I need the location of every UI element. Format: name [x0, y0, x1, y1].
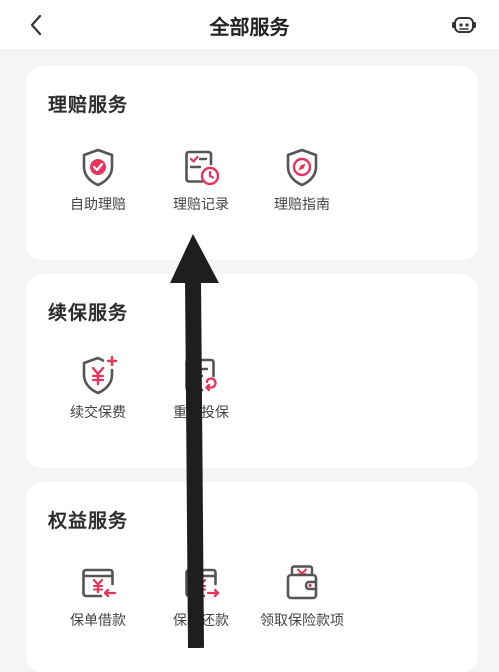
- item-label: 理赔记录: [173, 197, 229, 213]
- card-yuan-out-icon: [185, 568, 220, 598]
- robot-assistant-icon: [452, 17, 476, 33]
- document-refresh-icon: [185, 358, 217, 392]
- item-label: 领取保险款项: [260, 613, 344, 629]
- item-label: 保单借款: [70, 613, 126, 629]
- item-label: 重新投保: [173, 405, 229, 421]
- item-label: 理赔指南: [274, 197, 330, 213]
- pay-premium-button[interactable]: 续交保费: [43, 354, 153, 426]
- customer-service-button[interactable]: [449, 10, 479, 40]
- shield-yuan-plus-icon: [82, 355, 118, 395]
- claim-records-button[interactable]: 理赔记录: [146, 146, 256, 218]
- section-title: 权益服务: [48, 510, 129, 532]
- item-label: 保单还款: [173, 613, 229, 629]
- checklist-clock-icon: [185, 150, 220, 186]
- renewal-service-card: 续保服务 续交保费 重新投保: [26, 274, 478, 468]
- benefits-service-card: 权益服务 保单借款 保单还款 领取保险款项: [26, 482, 478, 672]
- shield-compass-icon: [286, 148, 318, 187]
- section-title: 理赔服务: [48, 94, 129, 116]
- claims-service-card: 理赔服务 自助理赔 理赔记录 理赔指南: [26, 66, 478, 260]
- card-yuan-in-icon: [82, 568, 117, 598]
- policy-loan-button[interactable]: 保单借款: [43, 562, 153, 634]
- wallet-yuan-icon: [286, 565, 318, 600]
- item-label: 自助理赔: [70, 197, 126, 213]
- policy-repayment-button[interactable]: 保单还款: [146, 562, 256, 634]
- top-bar: 全部服务: [0, 0, 499, 51]
- page-title: 全部服务: [209, 15, 290, 39]
- shield-check-icon: [82, 148, 114, 187]
- collect-insurance-payment-button[interactable]: 领取保险款项: [247, 562, 357, 634]
- self-claim-button[interactable]: 自助理赔: [43, 146, 153, 218]
- section-title: 续保服务: [48, 302, 129, 324]
- item-label: 续交保费: [70, 405, 126, 421]
- claim-guide-button[interactable]: 理赔指南: [247, 146, 357, 218]
- reinsure-button[interactable]: 重新投保: [146, 354, 256, 426]
